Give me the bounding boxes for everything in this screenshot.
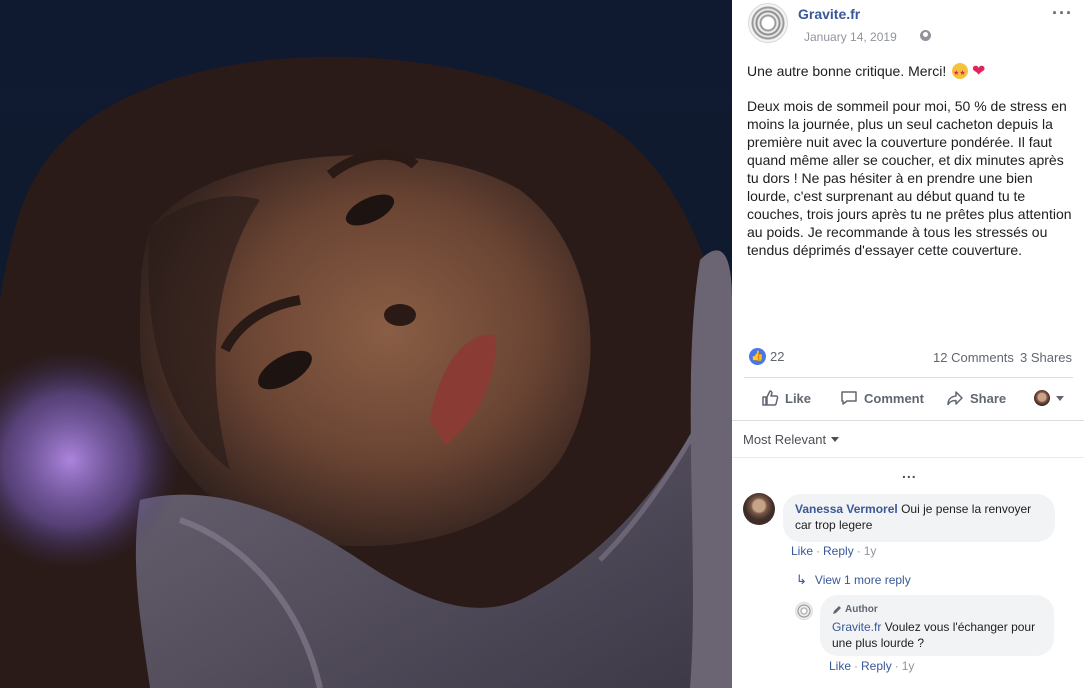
divider (732, 420, 1084, 421)
post-stats: 👍 22 12 Comments 3 Shares (747, 346, 1073, 368)
comment-like-link[interactable]: Like (791, 544, 813, 558)
react-as-selector[interactable] (1034, 390, 1064, 406)
view-more-replies-link[interactable]: ↳ View 1 more reply (796, 572, 911, 588)
post-header: Gravite.fr January 14, 2019 ··· (746, 3, 1073, 44)
comment-sort-label: Most Relevant (743, 432, 827, 447)
comment-meta: Like · Reply · 1y (791, 544, 877, 558)
reply-author-avatar[interactable] (795, 602, 813, 620)
comment-age[interactable]: 1y (864, 544, 877, 558)
author-badge-label: Author (845, 604, 878, 615)
user-avatar (1034, 390, 1050, 406)
divider (744, 377, 1073, 378)
load-previous-comments[interactable]: ... (902, 465, 917, 481)
like-button[interactable]: Like (761, 389, 811, 407)
post-text: Une autre bonne critique. Merci! ❤ Deux … (747, 62, 1073, 259)
comment-sort-dropdown[interactable]: Most Relevant (743, 432, 840, 447)
view-more-replies-label: View 1 more reply (814, 573, 911, 587)
share-arrow-icon (947, 391, 963, 406)
page-name-link[interactable]: Gravite.fr (798, 6, 860, 22)
share-button[interactable]: Share (946, 389, 1006, 407)
like-count[interactable]: 22 (770, 349, 784, 364)
comment-count[interactable]: 12 Comments (933, 350, 1014, 365)
page-avatar[interactable] (748, 3, 788, 43)
heart-emoji-icon: ❤ (972, 63, 986, 80)
woman-lying-in-bed-image (0, 56, 732, 688)
reply-bubble: Author Gravite.fr Voulez vous l'échanger… (820, 595, 1054, 656)
star-struck-emoji-icon (952, 63, 969, 83)
post-intro-text: Une autre bonne critique. Merci! (747, 63, 947, 79)
pencil-icon (833, 606, 841, 614)
share-button-label: Share (970, 390, 1007, 406)
reply-like-link[interactable]: Like (829, 659, 851, 673)
author-badge: Author (832, 602, 1042, 618)
reply-reply-link[interactable]: Reply (861, 659, 892, 673)
thumbs-up-icon (762, 390, 779, 406)
comment-icon (841, 391, 857, 405)
post-date-link[interactable]: January 14, 2019 (804, 30, 897, 44)
post-side-panel: Gravite.fr January 14, 2019 ··· Une autr… (732, 0, 1084, 688)
like-button-label: Like (785, 390, 812, 406)
comment-button-label: Comment (864, 390, 924, 406)
post-photo[interactable] (0, 0, 732, 688)
comment-bubble: Vanessa Vermorel Oui je pense la renvoye… (783, 494, 1055, 542)
chevron-down-icon (831, 437, 840, 442)
reply-meta: Like · Reply · 1y (829, 659, 915, 673)
comment-button[interactable]: Comment (840, 389, 924, 407)
post-actions: Like Comment Share (747, 384, 1073, 414)
more-options-icon[interactable]: ··· (1052, 3, 1073, 24)
reply-age[interactable]: 1y (902, 659, 915, 673)
share-count[interactable]: 3 Shares (1020, 350, 1072, 365)
globe-icon (920, 30, 931, 41)
divider (732, 457, 1084, 458)
reply-author-link[interactable]: Gravite.fr (832, 620, 881, 634)
comment-author-link[interactable]: Vanessa Vermorel (795, 502, 898, 516)
comment-reply-link[interactable]: Reply (823, 544, 854, 558)
comments-section: Most Relevant ... Vanessa Vermorel Oui j… (732, 421, 1084, 688)
chevron-down-icon (1056, 395, 1064, 401)
reply-arrow-icon: ↳ (796, 572, 807, 587)
post-body-text: Deux mois de sommeil pour moi, 50 % de s… (747, 98, 1072, 258)
like-reaction-icon[interactable]: 👍 (749, 348, 766, 365)
commenter-avatar[interactable] (743, 493, 775, 525)
